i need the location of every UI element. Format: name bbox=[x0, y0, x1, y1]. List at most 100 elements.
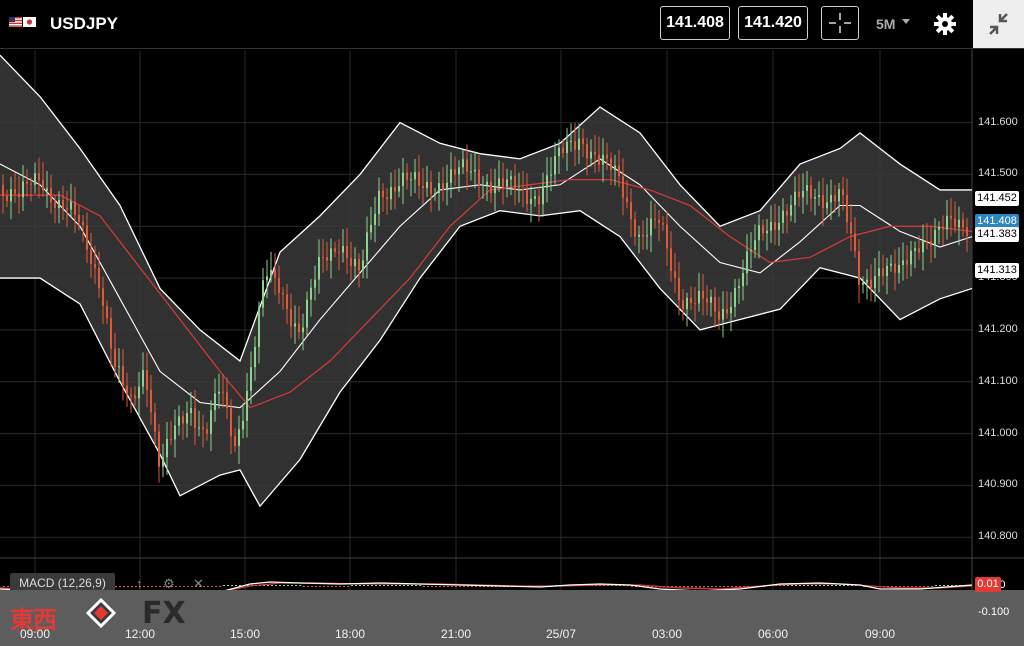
macd-histogram-bar bbox=[147, 586, 149, 588]
macd-histogram-bar bbox=[231, 585, 233, 586]
macd-histogram-bar bbox=[687, 586, 689, 588]
candle-body bbox=[134, 395, 136, 399]
macd-histogram-bar bbox=[447, 586, 449, 587]
candle-body bbox=[178, 416, 180, 426]
candle-body bbox=[894, 263, 896, 273]
macd-histogram-bar bbox=[271, 584, 273, 586]
macd-histogram-bar bbox=[371, 585, 373, 586]
candle-body bbox=[770, 221, 772, 231]
macd-histogram-bar bbox=[479, 586, 481, 587]
macd-histogram-bar bbox=[795, 585, 797, 586]
candle-body bbox=[630, 202, 632, 220]
macd-histogram-bar bbox=[723, 586, 725, 587]
crosshair-button[interactable] bbox=[821, 6, 859, 40]
ask-price-button[interactable]: 141.420 bbox=[738, 6, 808, 40]
gear-icon[interactable] bbox=[933, 12, 957, 36]
macd-histogram-bar bbox=[431, 586, 433, 587]
candle-body bbox=[10, 189, 12, 202]
macd-histogram-bar bbox=[355, 585, 357, 586]
macd-histogram-bar bbox=[403, 585, 405, 586]
collapse-button[interactable] bbox=[973, 0, 1024, 48]
candle-body bbox=[90, 249, 92, 264]
macd-histogram-bar bbox=[699, 586, 701, 588]
macd-histogram-bar bbox=[155, 586, 157, 587]
candle-body bbox=[870, 279, 872, 289]
candle-body bbox=[342, 245, 344, 253]
candle-body bbox=[654, 218, 656, 220]
macd-histogram-bar bbox=[159, 586, 161, 587]
candle-body bbox=[378, 190, 380, 214]
candle-body bbox=[130, 394, 132, 396]
macd-histogram-bar bbox=[359, 585, 361, 586]
macd-histogram-bar bbox=[279, 585, 281, 586]
candle-body bbox=[610, 158, 612, 171]
candle-body bbox=[30, 183, 32, 185]
candle-body bbox=[442, 183, 444, 191]
macd-histogram-bar bbox=[367, 585, 369, 586]
candle-body bbox=[466, 159, 468, 172]
candle-body bbox=[222, 391, 224, 393]
candle-body bbox=[26, 181, 28, 184]
macd-histogram-bar bbox=[683, 586, 685, 588]
macd-histogram-bar bbox=[467, 586, 469, 587]
candle-body bbox=[662, 223, 664, 225]
macd-histogram-bar bbox=[831, 585, 833, 586]
macd-histogram-bar bbox=[151, 586, 153, 588]
price-chart[interactable] bbox=[0, 49, 1024, 646]
candle-body bbox=[314, 279, 316, 288]
macd-histogram-bar bbox=[695, 586, 697, 588]
candle-body bbox=[350, 258, 352, 267]
candle-body bbox=[354, 258, 356, 267]
candle-body bbox=[734, 287, 736, 307]
macd-histogram-bar bbox=[827, 585, 829, 586]
candle-body bbox=[78, 214, 80, 222]
candle-body bbox=[210, 410, 212, 434]
candle-body bbox=[698, 290, 700, 304]
candle-body bbox=[174, 425, 176, 440]
chevron-down-icon[interactable] bbox=[902, 19, 910, 24]
candle-body bbox=[874, 276, 876, 289]
candle-body bbox=[382, 190, 384, 198]
candle-body bbox=[562, 147, 564, 153]
y-tick-label: 141.000 bbox=[978, 426, 1018, 439]
macd-histogram-bar bbox=[707, 586, 709, 588]
candle-body bbox=[62, 199, 64, 209]
macd-histogram-bar bbox=[703, 586, 705, 588]
candle-body bbox=[398, 186, 400, 192]
candle-body bbox=[594, 151, 596, 155]
candle-body bbox=[2, 184, 4, 196]
candle-body bbox=[406, 172, 408, 180]
macd-histogram-bar bbox=[471, 586, 473, 587]
candle-body bbox=[230, 407, 232, 437]
macd-histogram-bar bbox=[215, 586, 217, 587]
macd-histogram-bar bbox=[819, 585, 821, 586]
candle-body bbox=[574, 140, 576, 150]
candle-body bbox=[358, 258, 360, 271]
candle-body bbox=[878, 268, 880, 277]
price-tag: 141.452 bbox=[975, 191, 1019, 207]
candle-body bbox=[402, 172, 404, 187]
bid-price-button[interactable]: 141.408 bbox=[660, 6, 730, 40]
symbol-title[interactable]: USDJPY bbox=[50, 14, 118, 34]
macd-histogram-bar bbox=[327, 586, 329, 587]
candle-body bbox=[98, 267, 100, 289]
arrow-up-icon[interactable]: ↑ bbox=[136, 576, 143, 591]
candle-body bbox=[474, 169, 476, 172]
candle-body bbox=[830, 195, 832, 203]
macd-histogram-bar bbox=[143, 586, 145, 588]
candle-body bbox=[138, 386, 140, 399]
macd-histogram-bar bbox=[211, 586, 213, 587]
macd-histogram-bar bbox=[951, 585, 953, 586]
candle-body bbox=[166, 439, 168, 458]
candle-body bbox=[678, 277, 680, 301]
candle-body bbox=[274, 269, 276, 278]
timeframe-selector[interactable]: 5M bbox=[876, 16, 895, 32]
candle-body bbox=[366, 232, 368, 261]
candle-body bbox=[938, 226, 940, 230]
candle-body bbox=[702, 290, 704, 299]
candle-body bbox=[882, 268, 884, 277]
top-toolbar: USDJPY 141.408 141.420 5M bbox=[0, 0, 1024, 49]
candle-body bbox=[202, 427, 204, 430]
candle-body bbox=[606, 154, 608, 159]
macd-histogram-bar bbox=[3, 586, 5, 587]
